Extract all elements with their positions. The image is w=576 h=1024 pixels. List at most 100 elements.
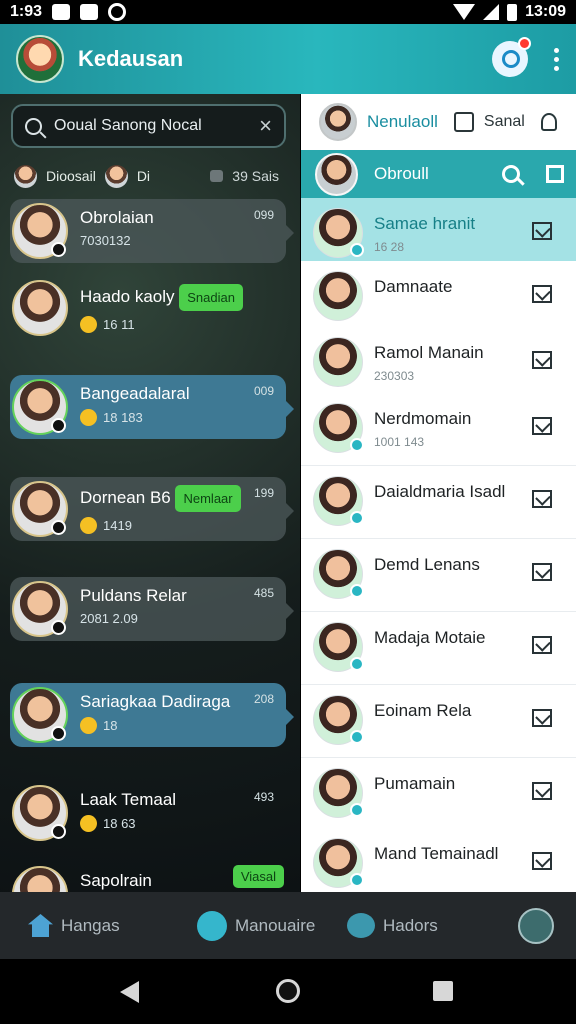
app-actions [492, 37, 560, 77]
status-badge-icon [350, 584, 364, 598]
contact-item[interactable]: Damnaate [301, 261, 576, 334]
contact-item[interactable]: Nerdmomain 1001 143 [301, 393, 576, 466]
chat-item[interactable]: Sapolrain Viasal [10, 862, 286, 892]
chat-meta: 18 63 [103, 816, 136, 831]
contact-item[interactable]: Daialdmaria Isadl [301, 466, 576, 539]
leaf-icon [347, 913, 375, 938]
chat-name: Puldans Relar [80, 586, 187, 605]
more-menu-icon[interactable] [554, 47, 560, 71]
cat-icon [52, 4, 71, 20]
mail-icon[interactable] [532, 490, 552, 508]
contact-name: Samae hranit [374, 214, 476, 233]
avatar [313, 695, 364, 745]
notification-dot-icon [518, 37, 531, 50]
signal-icon [483, 4, 500, 20]
contact-item[interactable]: Demd Lenans [301, 539, 576, 612]
chat-name: Haado kaoly [80, 287, 175, 306]
image-icon [80, 4, 99, 20]
contact-item[interactable]: Pumamain [301, 758, 576, 831]
avatar[interactable] [315, 152, 358, 196]
chat-search-field[interactable]: × [11, 104, 286, 148]
square-icon[interactable] [546, 165, 564, 183]
search-icon[interactable] [492, 37, 531, 77]
nav-home-label: Hangas [61, 915, 120, 935]
group-label: Di [136, 168, 151, 184]
nav-home[interactable]: Hangas [28, 914, 120, 937]
person-icon[interactable] [540, 113, 557, 131]
contacts-title: Nenulaoll [367, 112, 438, 131]
avatar [12, 379, 68, 435]
smile-icon [80, 717, 97, 734]
android-navigation-bar [0, 959, 576, 1024]
chat-meta: 1419 [103, 518, 132, 533]
contacts-toolbar: Nenulaoll Sanal [301, 94, 576, 150]
status-badge-icon [350, 873, 364, 887]
contact-name: Nerdmomain [374, 409, 472, 428]
recent-apps-icon[interactable] [433, 981, 453, 1001]
clear-search-icon[interactable]: × [259, 113, 272, 139]
avatar [12, 481, 68, 537]
mail-icon[interactable] [532, 563, 552, 581]
chat-name: Sapolrain [80, 871, 152, 890]
chat-item[interactable]: Sariagkaa Dadiraga 18 208 [10, 683, 294, 747]
status-time-right: 13:09 [525, 3, 566, 20]
contact-name: Daialdmaria Isadl [374, 482, 506, 501]
avatar[interactable] [319, 103, 357, 141]
image-icon[interactable] [453, 112, 474, 132]
wifi-icon [453, 4, 476, 20]
avatar [313, 403, 364, 453]
avatar [313, 271, 363, 321]
mail-icon[interactable] [532, 222, 552, 240]
mail-icon[interactable] [532, 709, 552, 727]
selected-chat-name: Obroull [374, 164, 429, 183]
chat-time: 199 [253, 486, 274, 500]
profile-icon[interactable] [518, 907, 554, 944]
app-title: Kedausan [78, 46, 184, 71]
mail-icon[interactable] [532, 782, 552, 800]
group-row[interactable]: Dioosail Di 39 Sais [14, 161, 279, 191]
status-badge-icon [51, 520, 66, 535]
mail-icon[interactable] [532, 285, 552, 303]
at-icon [108, 3, 127, 21]
nav-messages[interactable]: Manouaire [197, 910, 315, 941]
avatar [313, 838, 364, 888]
search-icon[interactable] [502, 165, 520, 183]
chat-name: Bangeadalaral [80, 384, 190, 403]
contact-item[interactable]: Ramol Manain 230303 [301, 327, 576, 400]
nav-leads-label: Hadors [383, 915, 438, 935]
notification-dot-icon [48, 914, 53, 920]
contact-name: Pumamain [374, 774, 456, 793]
contact-item[interactable]: Eoinam Rela [301, 685, 576, 758]
avatar [12, 203, 68, 259]
chat-item[interactable]: Puldans Relar 2081 2.09 485 [10, 577, 294, 641]
search-icon [25, 117, 42, 135]
mail-icon[interactable] [532, 417, 552, 435]
back-icon[interactable] [120, 981, 139, 1003]
avatar [313, 208, 364, 258]
chat-item[interactable]: Bangeadalaral 18 183 009 [10, 375, 294, 439]
mail-icon[interactable] [532, 852, 552, 870]
status-badge-icon [51, 726, 66, 741]
chat-tag: Nemlaar [175, 485, 241, 512]
chat-item[interactable]: Laak Temaal 18 63 493 [10, 781, 286, 845]
home-button-icon[interactable] [276, 979, 300, 1003]
chat-item[interactable]: Dornean B6 Nemlaar 1419 199 [10, 477, 294, 541]
contact-item[interactable]: Madaja Motaie [301, 612, 576, 685]
chat-meta: 18 183 [103, 410, 143, 425]
contact-name: Eoinam Rela [374, 701, 472, 720]
chat-name: Laak Temaal [80, 790, 177, 809]
chat-time: 009 [253, 384, 274, 398]
mail-icon[interactable] [532, 351, 552, 369]
avatar [313, 549, 364, 599]
mail-icon[interactable] [532, 636, 552, 654]
nav-leads[interactable]: Hadors [347, 913, 438, 938]
chat-tag-prefix: B6 [149, 488, 171, 507]
chat-search-input[interactable] [54, 117, 239, 135]
chat-item[interactable]: Obrolaian 7030132 099 [10, 199, 294, 263]
contact-item[interactable]: Mand Temainadl [301, 828, 576, 892]
status-badge-icon [350, 438, 364, 452]
chat-item[interactable]: Haado kaoly Snadian 16 11 [10, 276, 286, 340]
avatar [12, 581, 68, 637]
chat-meta: 7030132 [80, 233, 131, 248]
selected-chat-header: Obroull [301, 150, 576, 198]
